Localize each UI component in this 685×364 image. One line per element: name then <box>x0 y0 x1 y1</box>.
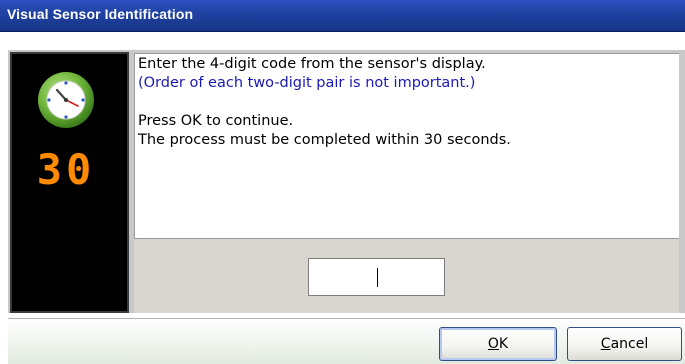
code-pair-2[interactable] <box>376 259 444 295</box>
message-area: Enter the 4-digit code from the sensor's… <box>134 53 679 239</box>
instruction-line-4: The process must be completed within 30 … <box>138 132 511 148</box>
text-caret <box>377 268 378 287</box>
ok-label: K <box>498 336 509 352</box>
countdown-timer: 30 <box>37 145 96 194</box>
countdown-value: 30 <box>37 145 96 194</box>
instruction-line-3: Press OK to continue. <box>138 113 294 129</box>
code-pair-1-field[interactable] <box>309 259 377 295</box>
code-input[interactable] <box>308 258 445 296</box>
ok-mnemonic: O <box>487 336 499 352</box>
clock-icon <box>38 72 94 128</box>
code-pair-2-field[interactable] <box>376 259 444 295</box>
cancel-mnemonic: C <box>600 336 611 352</box>
window-title: Visual Sensor Identification <box>7 6 194 22</box>
instruction-line-1: Enter the 4-digit code from the sensor's… <box>138 56 486 72</box>
title-bar[interactable]: Visual Sensor Identification <box>0 0 685 32</box>
instructions: Enter the 4-digit code from the sensor's… <box>138 55 511 150</box>
cancel-label: ancel <box>610 336 649 352</box>
ok-button[interactable]: OK <box>439 327 557 361</box>
code-pair-1[interactable] <box>309 259 377 295</box>
instruction-note: (Order of each two-digit pair is not imp… <box>138 75 476 91</box>
visual-sensor-dialog: Visual Sensor Identification 30 Enter th… <box>0 0 685 364</box>
cancel-button[interactable]: Cancel <box>567 327 682 361</box>
